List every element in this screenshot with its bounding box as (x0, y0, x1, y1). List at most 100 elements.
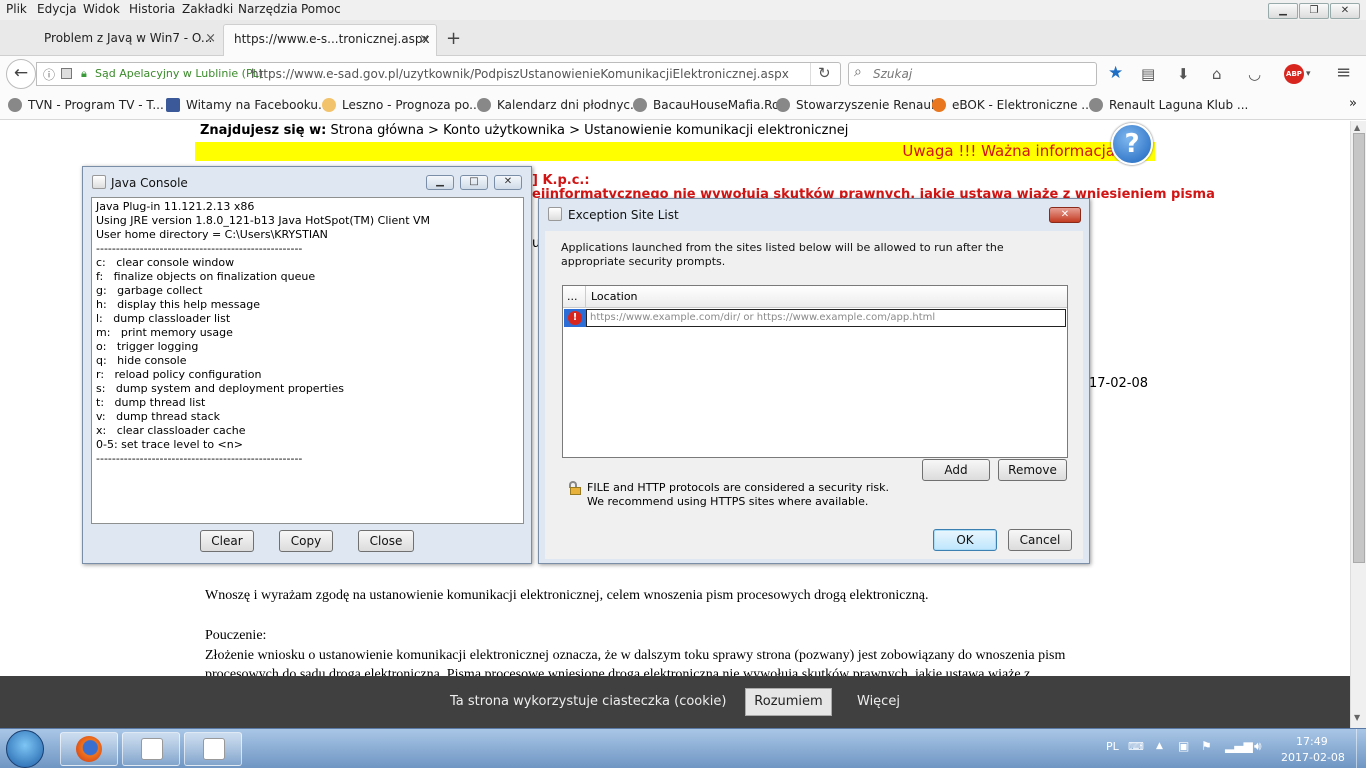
breadcrumb-path[interactable]: Strona główna > Konto użytkownika > Usta… (330, 123, 848, 138)
show-desktop-button[interactable] (1356, 729, 1366, 769)
hamburger-menu-icon[interactable]: ≡ (1336, 62, 1351, 83)
keyboard-icon[interactable]: ⌨ (1128, 740, 1144, 753)
warning-banner: Uwaga !!! Ważna informacja (195, 142, 1155, 161)
console-output[interactable]: Java Plug-in 11.121.2.13 x86 Using JRE v… (91, 197, 524, 524)
tab-e-sad[interactable]: https://www.e-s...tronicznej.aspx × (223, 24, 437, 56)
remove-button[interactable]: Remove (998, 459, 1067, 481)
home-icon[interactable]: ⌂ (1212, 65, 1222, 83)
more-bookmarks-icon[interactable]: » (1349, 96, 1357, 111)
bookmark-label: BacauHouseMafia.Ro (653, 98, 780, 112)
bookmark-item[interactable]: Renault Laguna Klub ... (1089, 98, 1248, 112)
menu-edycja[interactable]: Edycja (37, 2, 77, 16)
menu-historia[interactable]: Historia (129, 2, 175, 16)
bookmark-star-icon[interactable]: ★ (1108, 63, 1123, 83)
bookmark-item[interactable]: Leszno - Prognoza po... (322, 98, 481, 112)
bookmark-item[interactable]: TVN - Program TV - T... (8, 98, 164, 112)
cookie-text: Ta strona wykorzystuje ciasteczka (cooki… (450, 694, 727, 709)
bookmark-item[interactable]: BacauHouseMafia.Ro (633, 98, 779, 112)
add-button[interactable]: Add (922, 459, 990, 481)
site-identity[interactable]: Sąd Apelacyjny w Lublinie (PL) (95, 67, 263, 80)
menu-widok[interactable]: Widok (83, 2, 120, 16)
tray-expand-icon[interactable]: ▲ (1156, 741, 1163, 751)
adblock-icon[interactable]: ABP (1284, 64, 1304, 84)
close-button[interactable]: Close (358, 530, 414, 552)
scroll-down-icon[interactable]: ▼ (1354, 713, 1360, 722)
menu-plik[interactable]: Plik (6, 2, 27, 16)
globe-icon (477, 98, 491, 112)
bookmark-item[interactable]: Witamy na Facebooku... (166, 98, 329, 112)
close-tab-icon[interactable]: × (419, 32, 430, 47)
menu-narzedzia[interactable]: Narzędzia (238, 2, 298, 16)
ok-button[interactable]: OK (933, 529, 997, 551)
bookmark-label: Leszno - Prognoza po... (342, 98, 481, 112)
scroll-up-icon[interactable]: ▲ (1354, 123, 1360, 132)
bookmark-label: Renault Laguna Klub ... (1109, 98, 1249, 112)
close-window-button[interactable]: ✕ (1330, 3, 1360, 19)
start-button-icon[interactable] (6, 730, 44, 768)
column-header-location: Location (591, 290, 638, 303)
help-icon[interactable]: ? (1111, 123, 1153, 165)
minimize-window-button[interactable]: ▁ (1268, 3, 1298, 19)
pocket-icon[interactable]: ◡ (1248, 65, 1261, 83)
taskbar-firefox[interactable] (60, 732, 118, 766)
clock-time[interactable]: 17:49 (1296, 735, 1328, 748)
clock-date[interactable]: 2017-02-08 (1281, 751, 1345, 764)
close-icon[interactable]: ✕ (1049, 207, 1081, 223)
scroll-thumb[interactable] (1353, 133, 1365, 563)
reload-icon[interactable]: ↻ (818, 64, 831, 82)
clear-button[interactable]: Clear (200, 530, 254, 552)
table-row[interactable]: ! https://www.example.com/dir/ or https:… (563, 309, 1067, 327)
table-header: ... Location (563, 286, 1067, 308)
bookmark-item[interactable]: Stowarzyszenie Renaul... (776, 98, 946, 112)
info-icon[interactable]: ⓘ (43, 66, 55, 83)
close-icon[interactable]: ✕ (494, 175, 522, 190)
search-box[interactable]: ⌕ Szukaj (848, 62, 1097, 86)
minimize-icon[interactable]: ▁ (426, 175, 454, 190)
maximize-icon[interactable]: □ (460, 175, 488, 190)
tab-java-problem[interactable]: Problem z Javą w Win7 - O... × (0, 24, 222, 56)
copy-button[interactable]: Copy (279, 530, 333, 552)
consent-text: Wnoszę i wyrażam zgodę na ustanowienie k… (205, 588, 929, 603)
action-center-flag-icon[interactable]: ⚑ (1201, 739, 1212, 753)
reading-list-icon[interactable]: ▤ (1141, 65, 1155, 83)
legal-text-fragment: ] K.p.c.: (532, 173, 590, 188)
dialog-body: Applications launched from the sites lis… (545, 231, 1083, 559)
java-icon (141, 738, 163, 760)
bookmark-item[interactable]: eBOK - Elektroniczne ... (932, 98, 1093, 112)
cookie-more-link[interactable]: Więcej (857, 694, 900, 709)
weather-icon (322, 98, 336, 112)
taskbar-java-console[interactable] (122, 732, 180, 766)
java-console-window: Java Console ▁ □ ✕ Java Plug-in 11.121.2… (82, 166, 532, 564)
url-text[interactable]: https://www.e-sad.gov.pl/uzytkownik/Podp… (251, 67, 789, 81)
site-list-table[interactable]: ... Location ! https://www.example.com/d… (562, 285, 1068, 458)
plugin-icon[interactable] (61, 68, 72, 79)
firefox-icon (76, 736, 102, 762)
location-input[interactable]: https://www.example.com/dir/ or https://… (586, 309, 1066, 327)
restore-window-button[interactable]: ❐ (1299, 3, 1329, 19)
taskbar-java-control-panel[interactable] (184, 732, 242, 766)
url-bar[interactable]: ⓘ 🔒︎ Sąd Apelacyjny w Lublinie (PL) http… (36, 62, 841, 86)
page-scrollbar[interactable]: ▲ ▼ (1350, 121, 1366, 728)
menu-pomoc[interactable]: Pomoc (301, 2, 341, 16)
new-tab-button[interactable]: + (446, 28, 461, 49)
network-icon[interactable]: ▂▄▆ (1225, 739, 1253, 753)
back-arrow-icon[interactable]: ← (6, 59, 36, 89)
volume-icon[interactable]: 🔊︎ (1254, 739, 1262, 754)
bookmark-item[interactable]: Kalendarz dni płodnyc... (477, 98, 641, 112)
tab-bar: Problem z Javą w Win7 - O... × https://w… (0, 20, 1366, 56)
cancel-button[interactable]: Cancel (1008, 529, 1072, 551)
menu-zakladki[interactable]: Zakładki (182, 2, 233, 16)
exception-site-list-dialog: Exception Site List ✕ Applications launc… (538, 198, 1090, 564)
breadcrumb-label: Znajdujesz się w: (200, 123, 327, 138)
downloads-icon[interactable]: ⬇ (1177, 65, 1190, 83)
tab-label: Problem z Javą w Win7 - O... (44, 31, 213, 45)
exception-dialog-titlebar[interactable]: Exception Site List (539, 199, 1089, 227)
java-icon (203, 738, 225, 760)
menu-bar: Plik Edycja Widok Historia Zakładki Narz… (0, 0, 1366, 20)
device-icon[interactable]: ▣ (1178, 739, 1189, 753)
adblock-menu-icon[interactable]: ▾ (1306, 69, 1311, 79)
close-tab-icon[interactable]: × (205, 31, 216, 46)
search-placeholder: Szukaj (873, 67, 913, 81)
language-indicator[interactable]: PL (1106, 740, 1119, 753)
cookie-accept-button[interactable]: Rozumiem (745, 688, 832, 716)
